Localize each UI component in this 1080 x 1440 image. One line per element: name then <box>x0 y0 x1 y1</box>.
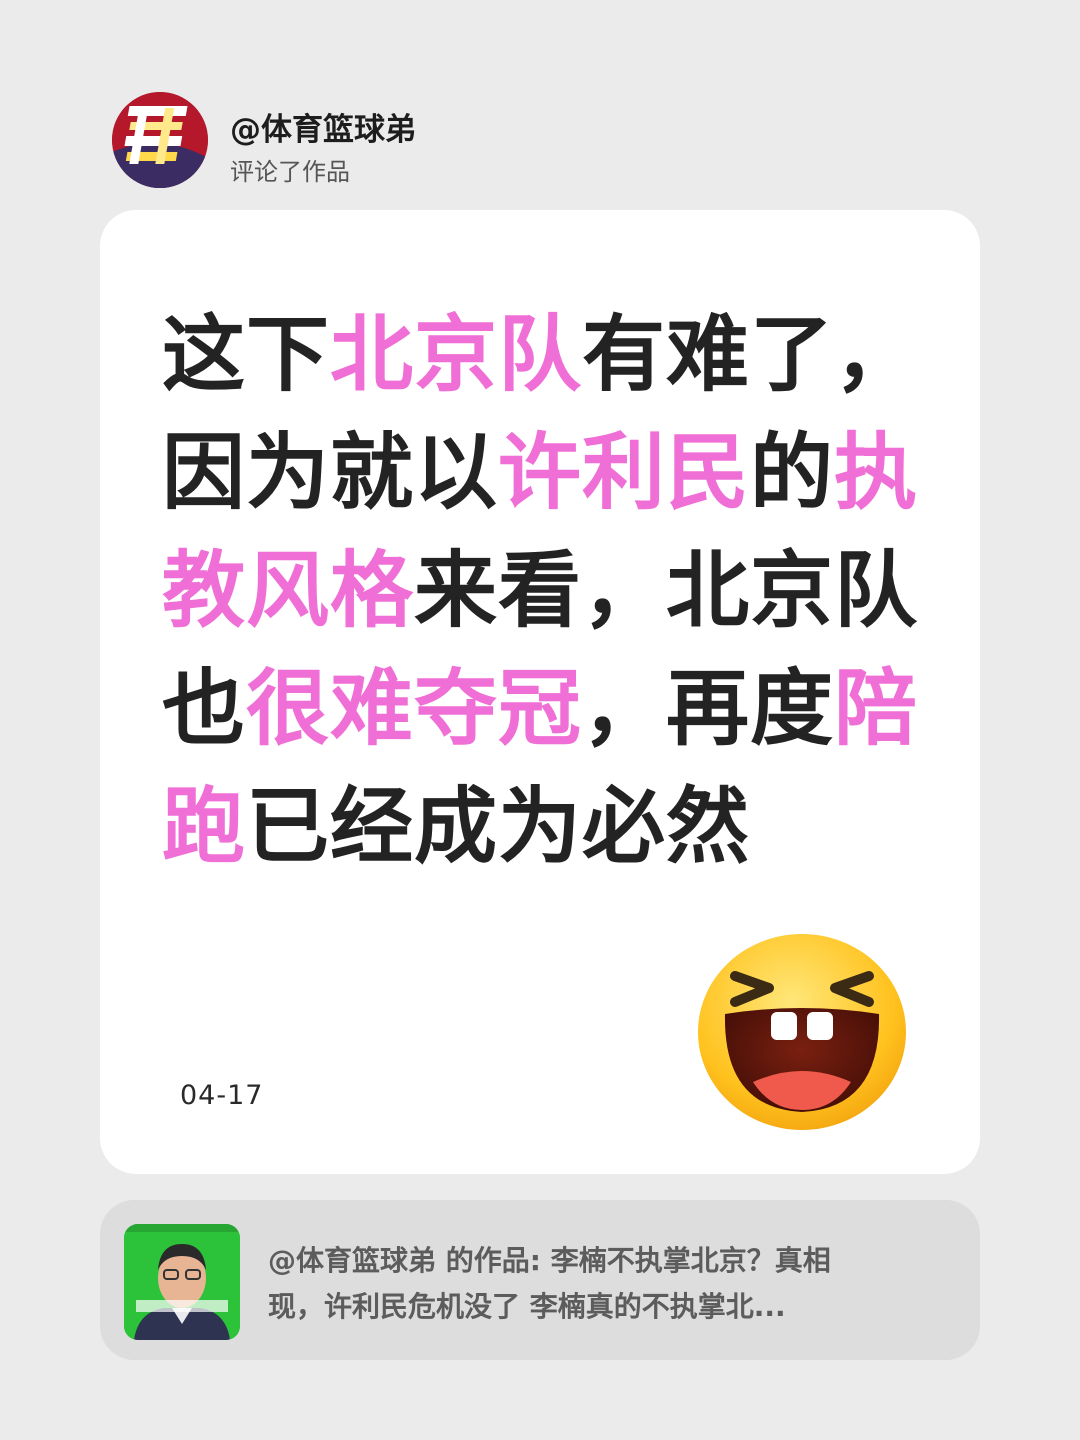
referenced-work-line-2: 现，许利民危机没了 李楠真的不执掌北... <box>268 1290 786 1323</box>
comment-segment: 的 <box>750 424 834 521</box>
comment-text: 这下北京队有难了，因为就以许利民的执教风格来看，北京队也很难夺冠，再度陪跑已经成… <box>162 296 922 886</box>
basketball-brand-logo-icon <box>112 92 208 188</box>
user-avatar[interactable] <box>112 92 208 188</box>
page: @体育篮球弟 评论了作品 这下北京队有难了，因为就以许利民的执教风格来看，北京队… <box>0 0 1080 1440</box>
referenced-work-card[interactable]: @体育篮球弟 的作品: 李楠不执掌北京？真相 现，许利民危机没了 李楠真的不执掌… <box>100 1200 980 1360</box>
comment-highlight: 许利民 <box>498 424 750 521</box>
referenced-work-title: @体育篮球弟 的作品: 李楠不执掌北京？真相 现，许利民危机没了 李楠真的不执掌… <box>268 1238 908 1330</box>
action-label: 评论了作品 <box>230 158 350 186</box>
comment-date: 04-17 <box>180 1080 264 1111</box>
laughing-emoji-icon <box>695 932 909 1132</box>
comment-highlight: 很难夺冠 <box>246 660 582 757</box>
comment-segment: ，再度 <box>582 660 834 757</box>
comment-card: 这下北京队有难了，因为就以许利民的执教风格来看，北京队也很难夺冠，再度陪跑已经成… <box>100 210 980 1174</box>
comment-highlight: 北京队 <box>330 306 582 403</box>
referenced-work-line-1: @体育篮球弟 的作品: 李楠不执掌北京？真相 <box>268 1244 831 1277</box>
work-thumbnail <box>124 1224 240 1340</box>
comment-header: @体育篮球弟 评论了作品 <box>112 92 812 192</box>
username[interactable]: @体育篮球弟 <box>230 104 416 149</box>
comment-segment: 这下 <box>162 306 330 403</box>
comment-segment: 已经成为必然 <box>246 778 750 875</box>
